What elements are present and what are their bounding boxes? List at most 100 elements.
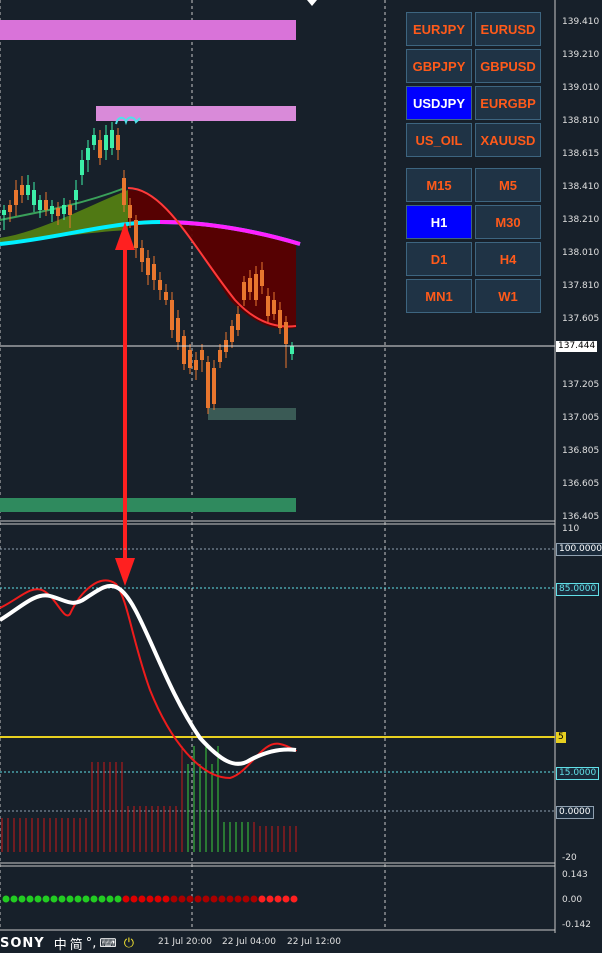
symbol-button-gbpusd[interactable]: GBPUSD — [475, 49, 541, 83]
price-label: 136.805 — [562, 446, 600, 456]
momentum-dot — [146, 895, 154, 903]
candle-body — [116, 135, 120, 150]
candle-body — [254, 274, 258, 300]
momentum-dot — [170, 895, 178, 903]
level-85-tag: 85.0000 — [556, 583, 600, 596]
candle-body — [152, 264, 156, 280]
momentum-dot — [74, 895, 82, 903]
level-100-tag: 100.0000 — [556, 543, 602, 556]
symbol-button-eurjpy[interactable]: EURJPY — [406, 12, 472, 46]
candle-body — [104, 135, 108, 150]
candle-body — [2, 210, 6, 215]
time-label: 22 Jul 04:00 — [222, 937, 276, 947]
level-15-tag: 15.0000 — [556, 767, 600, 780]
timeframe-button-h1[interactable]: H1 — [406, 205, 472, 239]
ime-language-indicator[interactable]: 中 — [54, 934, 67, 953]
momentum-dot — [66, 895, 74, 903]
chart-shift-marker — [307, 0, 317, 6]
price-label: 138.615 — [562, 149, 600, 159]
symbol-button-usdjpy[interactable]: USDJPY — [406, 86, 472, 120]
momentum-dot — [258, 895, 266, 903]
timeframe-button-h4[interactable]: H4 — [475, 242, 541, 276]
price-label: 137.205 — [562, 380, 600, 390]
momentum-dot — [2, 895, 10, 903]
momentum-dot — [202, 895, 210, 903]
oscillator-red — [0, 579, 297, 780]
zone-top — [0, 20, 296, 40]
punctuation-icon[interactable]: °, — [86, 936, 97, 951]
timeframe-button-m15[interactable]: M15 — [406, 168, 472, 202]
price-label: 136.605 — [562, 479, 600, 489]
momentum-dot — [250, 895, 258, 903]
keyboard-icon[interactable]: ⌨ — [99, 936, 116, 950]
momentum-dot — [106, 895, 114, 903]
symbol-button-eurgbp[interactable]: EURGBP — [475, 86, 541, 120]
timeframe-button-m30[interactable]: M30 — [475, 205, 541, 239]
momentum-dot — [266, 895, 274, 903]
zone-lower — [208, 408, 296, 420]
candle-body — [86, 148, 90, 160]
zone-upper — [96, 106, 296, 121]
candle-body — [218, 350, 222, 362]
candle-body — [134, 220, 138, 248]
momentum-dot — [58, 895, 66, 903]
candle-body — [74, 190, 78, 200]
symbol-button-gbpjpy[interactable]: GBPJPY — [406, 49, 472, 83]
momentum-axis-top: 0.143 — [562, 870, 588, 880]
candle-body — [266, 296, 270, 316]
momentum-dot — [98, 895, 106, 903]
candle-body — [194, 360, 198, 370]
zone-bottom — [0, 498, 296, 512]
timeframe-button-mn1[interactable]: MN1 — [406, 279, 472, 313]
candle-body — [32, 190, 36, 205]
momentum-dot — [218, 895, 226, 903]
candle-body — [176, 318, 180, 342]
momentum-dot — [210, 895, 218, 903]
symbol-button-xauusd[interactable]: XAUUSD — [475, 123, 541, 157]
momentum-dot — [290, 895, 298, 903]
candle-body — [110, 130, 114, 148]
timeframe-button-m5[interactable]: M5 — [475, 168, 541, 202]
power-icon[interactable]: ⏻ — [124, 936, 134, 951]
timeframe-button-w1[interactable]: W1 — [475, 279, 541, 313]
candle-body — [278, 310, 282, 328]
ime-mode-indicator[interactable]: 简 — [70, 934, 83, 953]
candle-body — [170, 300, 174, 330]
candle-body — [236, 314, 240, 330]
price-label: 138.410 — [562, 182, 600, 192]
candle-body — [8, 205, 12, 212]
momentum-dot — [274, 895, 282, 903]
momentum-dot — [26, 895, 34, 903]
momentum-dot — [154, 895, 162, 903]
momentum-dot — [42, 895, 50, 903]
momentum-dot — [122, 895, 130, 903]
taskbar: SONY 中 简 °, ⌨ ⏻ — [0, 933, 134, 953]
bear-cloud — [128, 190, 296, 329]
annotation-arrow-head-bottom — [115, 558, 135, 586]
symbol-button-eurusd[interactable]: EURUSD — [475, 12, 541, 46]
candle-body — [260, 270, 264, 286]
timeframe-button-d1[interactable]: D1 — [406, 242, 472, 276]
momentum-dot — [90, 895, 98, 903]
momentum-dot — [282, 895, 290, 903]
candle-body — [242, 282, 246, 300]
price-label: 137.605 — [562, 314, 600, 324]
candle-body — [14, 190, 18, 205]
candle-body — [206, 362, 210, 408]
candle-body — [122, 178, 126, 205]
candle-body — [248, 278, 252, 292]
momentum-dot — [130, 895, 138, 903]
candle-body — [140, 248, 144, 262]
symbol-button-us-oil[interactable]: US_OIL — [406, 123, 472, 157]
candle-body — [80, 160, 84, 175]
candle-body — [212, 368, 216, 404]
price-label: 138.010 — [562, 248, 600, 258]
price-label: 137.810 — [562, 281, 600, 291]
time-label: 22 Jul 12:00 — [287, 937, 341, 947]
price-label: 138.810 — [562, 116, 600, 126]
candle-body — [20, 185, 24, 195]
candle-body — [44, 200, 48, 210]
candle-body — [56, 208, 60, 216]
candle-body — [62, 205, 66, 214]
momentum-dot — [242, 895, 250, 903]
